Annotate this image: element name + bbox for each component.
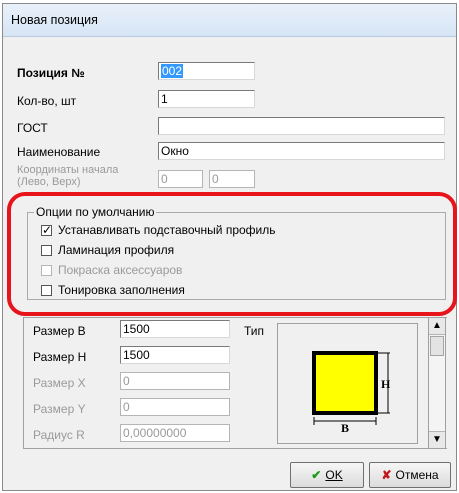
default-options-group: Опции по умолчанию ✓ Устанавливать подста… [27,205,446,300]
gost-label: ГОСТ [17,121,48,135]
scroll-thumb[interactable] [430,336,444,356]
window-title: Новая позиция [11,13,98,27]
window-shape-rect [312,351,378,415]
title-bar[interactable]: Новая позиция [3,4,456,37]
default-options-title: Опции по умолчанию [34,205,157,219]
scroll-up-icon[interactable]: ▲ [429,318,445,335]
position-input[interactable]: 002 [158,62,255,80]
checkbox-subframe-profile[interactable]: ✓ Устанавливать подставочный профиль [41,223,276,237]
type-label: Тип [244,324,265,338]
gost-input[interactable] [158,117,445,135]
position-value: 002 [161,64,184,78]
size-x-label: Размер X [33,376,86,390]
coords-label: Координаты начала (Лево, Верх) [17,164,127,188]
coord-x-input[interactable]: 0 [158,170,203,188]
cancel-button-label: Отмена [395,468,439,482]
window-shape-icon: H B [312,351,391,435]
coord-y-input[interactable]: 0 [209,170,255,188]
ok-button-label: OK [325,468,343,482]
qty-label: Кол-во, шт [17,94,77,108]
checkmark-icon: ✓ [42,223,53,237]
checkbox-box[interactable]: ✓ [41,223,53,237]
checkbox-label: Ламинация профиля [58,243,175,257]
shape-preview[interactable]: H B [277,323,418,444]
radius-input[interactable]: 0,00000000 [120,424,230,442]
name-input[interactable]: Окно [158,142,445,160]
qty-input[interactable]: 1 [158,90,255,108]
checkmark-icon: ✔ [311,468,322,482]
checkbox-profile-lamination[interactable]: Ламинация профиля [41,243,174,257]
checkbox-box[interactable] [41,285,52,296]
vertical-scrollbar[interactable]: ▲ ▼ [428,317,446,449]
name-label: Наименование [17,145,101,159]
size-h-input[interactable]: 1500 [120,346,230,364]
radius-label: Радиус R [33,428,85,442]
coords-label-line1: Координаты начала [17,164,119,176]
cancel-button[interactable]: ✘ Отмена [369,462,451,488]
size-y-label: Размер Y [33,402,86,416]
dimension-h-label: H [381,377,391,391]
ok-button[interactable]: ✔ OK [290,462,364,488]
coords-label-line2: (Лево, Верх) [17,176,81,188]
checkbox-label: Устанавливать подставочный профиль [58,223,276,237]
size-b-label: Размер B [33,324,86,338]
checkbox-accessory-painting: Покраска аксессуаров [41,263,182,277]
position-label: Позиция № [17,66,85,80]
checkbox-box[interactable] [41,245,52,256]
dimension-b-label: B [341,421,349,435]
dialog-window: Новая позиция Позиция № 002 Кол-во, шт 1… [2,3,457,491]
size-y-input[interactable]: 0 [120,398,230,416]
size-b-input[interactable]: 1500 [120,320,230,338]
checkbox-box [41,265,52,276]
checkbox-label: Тонировка заполнения [58,283,185,297]
scroll-down-icon[interactable]: ▼ [429,431,445,448]
checkbox-label: Покраска аксессуаров [58,263,183,277]
checkbox-fill-tinting[interactable]: Тонировка заполнения [41,283,185,297]
size-h-label: Размер H [33,350,87,364]
cross-icon: ✘ [381,468,392,482]
size-x-input[interactable]: 0 [120,372,230,390]
